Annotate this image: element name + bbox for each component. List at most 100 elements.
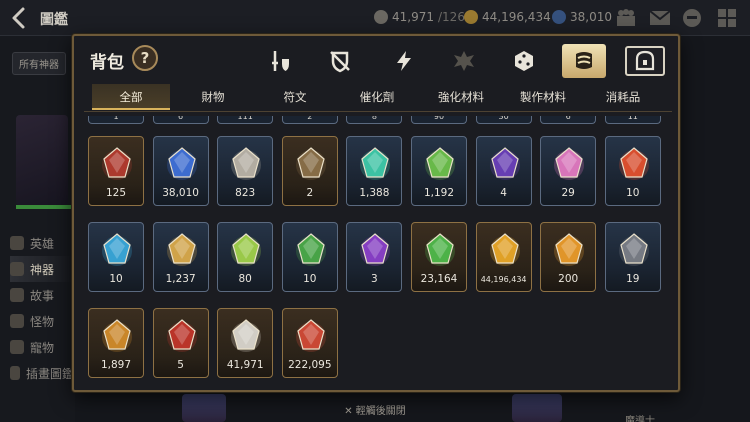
item-grid: 1 6 111 2 8 90 30 6 11 125 38,010 823 2 1,388 1,192 4 29…: [88, 116, 662, 384]
item-slot-fruit-bundle[interactable]: 125: [88, 136, 144, 206]
side-menu-heroes[interactable]: 英雄: [10, 230, 74, 256]
filter-dice[interactable]: [502, 44, 546, 78]
item-frame: 823: [217, 136, 274, 206]
tab-consumables[interactable]: 消耗品: [584, 84, 662, 110]
gold-coin-icon: [489, 233, 520, 266]
item-count: 4: [500, 187, 507, 199]
item-slot-spell-book[interactable]: 2: [281, 136, 338, 206]
side-menu-illustrations[interactable]: 插畫圖鑑: [10, 360, 74, 386]
item-slot-partial[interactable]: 1: [88, 116, 144, 124]
item-count: 1,388: [359, 187, 390, 199]
item-count: 10: [109, 273, 123, 285]
filter-chip-all-artifacts[interactable]: 所有神器: [12, 52, 66, 75]
item-count: 3: [371, 273, 378, 285]
item-count: 222,095: [288, 359, 332, 371]
filter-crest[interactable]: [442, 44, 486, 78]
tab-catalysts[interactable]: 催化劑: [338, 84, 416, 110]
item-slot-gold-crest[interactable]: 1,897: [88, 308, 144, 378]
back-arrow-icon[interactable]: [8, 6, 32, 30]
lightning-filter-icon: [397, 51, 411, 71]
tab-crafting-materials[interactable]: 製作材料: [504, 84, 582, 110]
guild-icon[interactable]: [615, 8, 637, 28]
item-slot-partial[interactable]: 2: [281, 116, 338, 124]
item-count: 10: [626, 187, 640, 199]
resource-silver-value: 41,971: [392, 10, 434, 24]
item-count: 41,971: [226, 359, 264, 371]
side-menu-pets[interactable]: 寵物: [10, 334, 74, 360]
item-count: 8: [371, 116, 377, 121]
artifact-icon: [10, 262, 24, 276]
side-menu-monsters[interactable]: 怪物: [10, 308, 74, 334]
item-slot-chess-knight[interactable]: 41,971: [217, 308, 274, 378]
item-count: 30: [498, 116, 509, 121]
side-menu-label: 神器: [30, 262, 55, 277]
item-slot-partial[interactable]: 90: [411, 116, 467, 124]
side-menu-label: 故事: [30, 288, 55, 303]
tap-to-close-text: 輕觸後關閉: [355, 406, 406, 417]
monster-icon: [10, 314, 24, 328]
item-slot-red-banner[interactable]: 5: [152, 308, 209, 378]
item-slot-silver-stone[interactable]: 823: [217, 136, 274, 206]
item-slot-partial[interactable]: 8: [346, 116, 403, 124]
side-menu-label: 英雄: [30, 236, 55, 251]
crest-filter-icon: [454, 51, 474, 71]
item-frame: 1,897: [88, 308, 144, 378]
item-frame: 1,388: [346, 136, 403, 206]
side-menu: 英雄 神器 故事 怪物 寵物 插畫圖鑑: [10, 230, 74, 386]
stone-rune-icon: [618, 233, 649, 266]
resource-crystal-value: 38,010: [570, 10, 612, 24]
item-slot-fire-amulet[interactable]: 10: [604, 136, 661, 206]
item-slot-water-amulet[interactable]: 10: [88, 222, 144, 292]
item-slot-stone-rune[interactable]: 19: [604, 222, 661, 292]
artifact-card-preview: [16, 115, 68, 205]
filter-chest[interactable]: [625, 46, 665, 76]
item-slot-tree-amulet[interactable]: 10: [281, 222, 338, 292]
item-slot-partial[interactable]: 6: [540, 116, 597, 124]
item-count: 1,192: [423, 187, 455, 199]
item-slot-pink-crystals[interactable]: 29: [540, 136, 597, 206]
filter-lightning[interactable]: [382, 44, 426, 78]
side-menu-label: 寵物: [30, 340, 55, 355]
mail-icon[interactable]: [649, 8, 671, 28]
item-count: 1,237: [165, 273, 196, 285]
item-slot-partial[interactable]: 11: [604, 116, 661, 124]
side-menu-artifacts[interactable]: 神器: [10, 256, 74, 282]
menu-grid-icon[interactable]: [716, 8, 738, 28]
item-slot-star-shuriken[interactable]: 1,237: [152, 222, 209, 292]
item-slot-purple-card[interactable]: 4: [475, 136, 532, 206]
filter-weapon[interactable]: [258, 44, 302, 78]
item-slot-gold-coin[interactable]: 44,196,434: [475, 222, 532, 292]
progress-bar: [16, 205, 72, 209]
item-slot-green-heart[interactable]: 23,164: [411, 222, 467, 292]
item-frame: 44,196,434: [475, 222, 532, 292]
help-button[interactable]: ?: [132, 45, 158, 71]
tree-amulet-icon: [295, 233, 326, 266]
item-frame: 222,095: [281, 308, 338, 378]
item-slot-green-leaf[interactable]: 1,192: [411, 136, 467, 206]
tab-runes[interactable]: 符文: [256, 84, 334, 110]
filter-armor[interactable]: [318, 44, 362, 78]
side-menu-label: 插畫圖鑑: [25, 366, 74, 381]
item-frame: 10: [604, 136, 661, 206]
tab-property[interactable]: 財物: [174, 84, 252, 110]
item-slot-blue-crystal[interactable]: 38,010: [152, 136, 209, 206]
tap-to-close-hint[interactable]: ✕ 輕觸後關閉: [0, 402, 750, 417]
item-slot-teal-crystal[interactable]: 1,388: [346, 136, 403, 206]
item-slot-red-rune[interactable]: 222,095: [281, 308, 338, 378]
item-count: 823: [235, 187, 256, 199]
gold-crest-icon: [102, 319, 132, 352]
item-slot-gold-emblem[interactable]: 200: [540, 222, 597, 292]
chat-icon[interactable]: [681, 8, 703, 28]
item-frame: 1,237: [152, 222, 209, 292]
side-menu-stories[interactable]: 故事: [10, 282, 74, 308]
item-slot-partial[interactable]: 111: [217, 116, 274, 124]
item-slot-partial[interactable]: 6: [152, 116, 209, 124]
item-slot-green-card[interactable]: 80: [217, 222, 274, 292]
item-slot-partial[interactable]: 30: [475, 116, 532, 124]
filter-bag[interactable]: [562, 44, 606, 78]
tab-enhance-materials[interactable]: 強化材料: [422, 84, 500, 110]
chest-filter-icon: [635, 50, 655, 71]
bag-modal: 背包 ? 全部 財物 符文 催化劑 強化材料 製作材料 消耗品 1 6 111 2 8 9…: [72, 34, 680, 392]
tab-all[interactable]: 全部: [92, 84, 170, 110]
item-slot-purple-seal[interactable]: 3: [346, 222, 403, 292]
